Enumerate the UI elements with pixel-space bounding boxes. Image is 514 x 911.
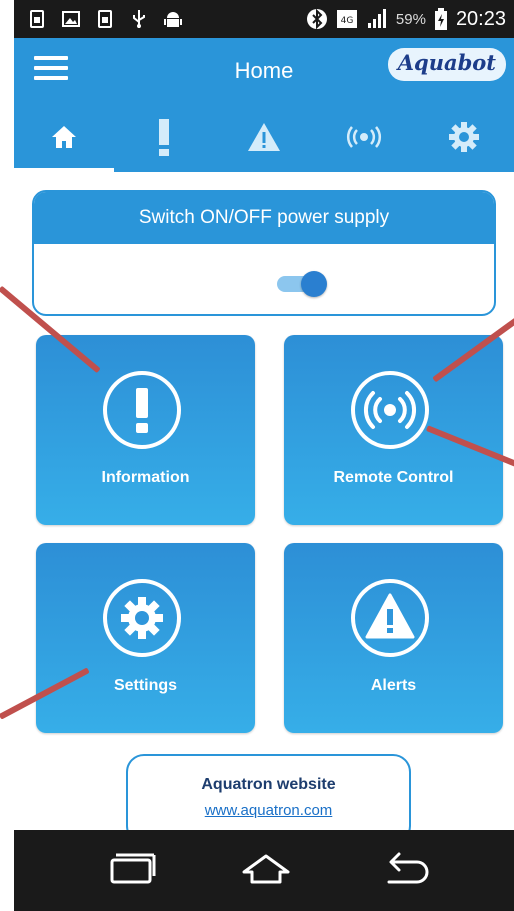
toggle-knob: [301, 271, 327, 297]
svg-text:4G: 4G: [341, 16, 354, 26]
android-icon: [164, 12, 182, 27]
home-icon: [52, 126, 76, 148]
home-content: Switch ON/OFF power supply Information R…: [14, 172, 514, 844]
alerts-label: Alerts: [370, 677, 417, 694]
information-tile[interactable]: Information: [36, 335, 255, 525]
sim-icon: [30, 10, 44, 28]
clock: 20:23: [455, 7, 506, 30]
alerts-icon: [351, 579, 429, 657]
aquabot-logo: Aquabot: [387, 48, 506, 81]
settings-tile[interactable]: Settings: [36, 543, 255, 733]
information-label: Information: [101, 469, 190, 486]
power-toggle[interactable]: [273, 271, 329, 297]
gear-icon: [121, 597, 163, 639]
power-supply-card: Switch ON/OFF power supply: [32, 190, 496, 316]
tab-remote[interactable]: [314, 102, 414, 172]
app-bar: Home Aquabot: [14, 38, 514, 102]
network-icon: 4G: [336, 10, 357, 28]
phone-screen: 4G 59% 20:23 Home Aquabot Switch ON/OFF …: [14, 0, 514, 911]
status-bar: 4G 59% 20:23: [14, 0, 514, 38]
usb-icon: [133, 10, 145, 28]
remote-signal-icon: [363, 391, 417, 429]
settings-icon: [103, 579, 181, 657]
remote-signal-icon: [347, 126, 381, 148]
back-icon[interactable]: [379, 850, 431, 890]
remote-control-icon: [351, 371, 429, 449]
tab-home[interactable]: [14, 102, 114, 172]
information-icon: [103, 371, 181, 449]
power-supply-label: Switch ON/OFF power supply: [34, 192, 494, 244]
website-title: Aquatron website: [201, 776, 336, 793]
tab-settings[interactable]: [414, 102, 514, 172]
alerts-tile[interactable]: Alerts: [284, 543, 503, 733]
warning-icon: [365, 593, 415, 639]
remote-control-tile[interactable]: Remote Control: [284, 335, 503, 525]
remote-control-label: Remote Control: [333, 469, 454, 486]
android-nav-bar: [14, 830, 514, 911]
bluetooth-icon: [306, 8, 327, 30]
home-nav-icon[interactable]: [240, 850, 292, 890]
gear-icon: [449, 122, 479, 152]
exclamation-icon: [159, 119, 169, 156]
tab-information[interactable]: [114, 102, 214, 172]
battery-icon: [434, 8, 447, 30]
tab-bar: [14, 102, 514, 172]
website-link[interactable]: www.aquatron.com: [128, 802, 409, 819]
warning-icon: [248, 123, 280, 151]
sim-icon-2: [98, 10, 112, 28]
status-right: 4G 59% 20:23: [306, 0, 506, 38]
recent-apps-icon[interactable]: [106, 850, 158, 890]
signal-icon: [367, 9, 386, 28]
tab-alerts[interactable]: [214, 102, 314, 172]
notification-icons: [28, 9, 182, 29]
gallery-icon: [62, 11, 80, 27]
battery-percent: 59%: [395, 10, 426, 28]
exclamation-icon: [136, 388, 148, 433]
